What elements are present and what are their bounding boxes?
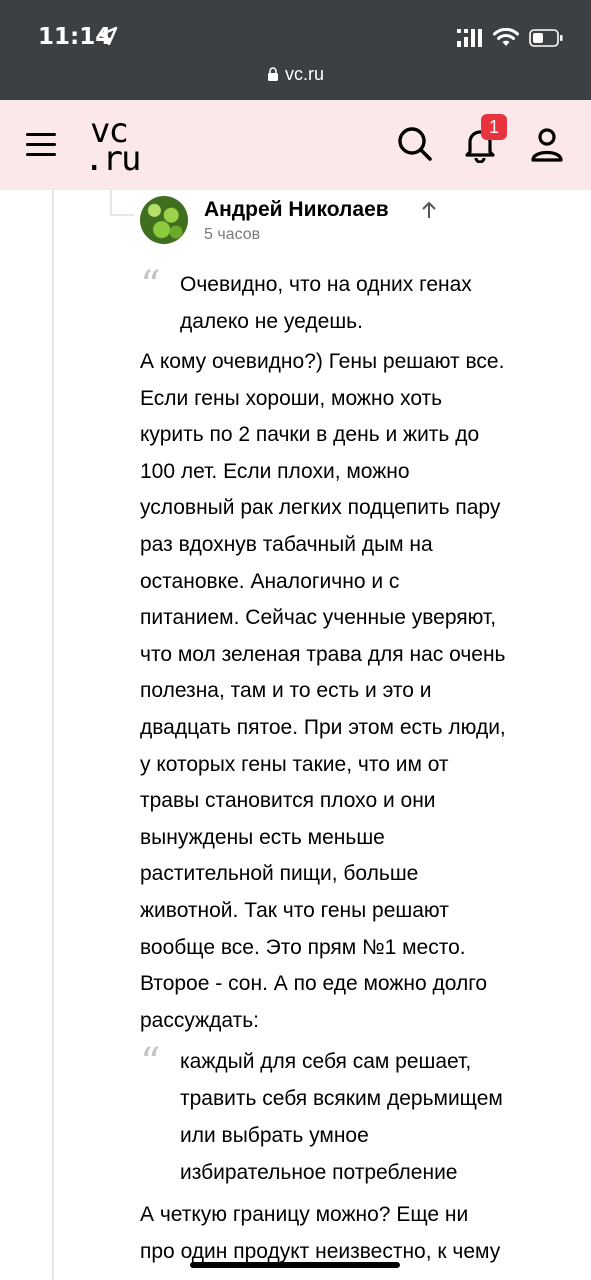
thread-line-inner — [110, 190, 112, 216]
comment-time[interactable]: 5 часов — [204, 226, 260, 244]
text-line: Если гены хороши, можно хоть — [140, 386, 443, 410]
wifi-icon — [493, 28, 519, 46]
quote-icon: “ — [140, 263, 161, 309]
text-line: Второе - сон. А по еде можно долго — [140, 972, 488, 996]
text-line: двадцать пятое. При этом есть люди, — [140, 715, 506, 739]
text-line: вынуждены есть меньше — [140, 825, 385, 849]
comment-text-continued: А четкую границу можно? Еще ни про один п… — [140, 1197, 580, 1270]
home-indicator — [190, 1262, 400, 1268]
text-line: питанием. Сейчас ученные уверяют, — [140, 606, 497, 630]
lock-icon — [267, 67, 278, 81]
text-line: 100 лет. Если плохи, можно — [140, 459, 410, 483]
logo-line-2: .ru — [84, 139, 141, 179]
text-line: или выбрать умное — [180, 1124, 369, 1147]
location-arrow-icon — [98, 26, 118, 46]
text-line: далеко не уедешь. — [180, 310, 363, 333]
text-line: травы становится плохо и они — [140, 789, 436, 813]
text-line: каждый для себя сам решает, — [180, 1050, 472, 1073]
text-line: у которых гены такие, что им от — [140, 752, 449, 776]
arrow-up-icon[interactable] — [420, 200, 438, 220]
text-line: животной. Так что гены решают — [140, 898, 449, 922]
text-line: растительной пищи, больше — [140, 862, 419, 886]
text-line: раз вдохнув табачный дым на — [140, 532, 433, 556]
quote-icon: “ — [140, 1040, 161, 1086]
text-line: травить себя всяким дерьмищем — [180, 1087, 503, 1110]
text-line: полезна, там и то есть и это и — [140, 679, 432, 703]
text-line: рассуждать: — [140, 1008, 260, 1032]
thread-branch — [110, 214, 134, 216]
address-bar[interactable]: vc.ru — [0, 64, 591, 85]
status-bar: 11:14 vc.ru — [0, 0, 591, 100]
text-line: остановке. Аналогично и с — [140, 569, 400, 593]
thread-line-outer — [52, 190, 54, 1280]
search-icon[interactable] — [396, 125, 434, 163]
cellular-signal-icon — [457, 29, 482, 47]
status-icons — [457, 24, 563, 52]
battery-icon — [529, 29, 563, 47]
menu-icon[interactable] — [26, 133, 56, 157]
text-line: Очевидно, что на одних генах — [180, 273, 472, 296]
site-logo[interactable]: vc .ru — [84, 114, 144, 176]
text-line: вообще все. Это прям №1 место. — [140, 935, 466, 959]
text-line: А четкую границу можно? Еще ни — [140, 1203, 469, 1226]
text-line: избирательное потребление — [180, 1161, 458, 1184]
text-line: что мол зеленая трава для нас очень — [140, 642, 506, 666]
user-icon[interactable] — [528, 125, 566, 163]
text-line: условный рак легких подцепить пару — [140, 496, 501, 520]
quote-text: каждый для себя сам решает, травить себя … — [180, 1043, 580, 1191]
notification-badge: 1 — [481, 114, 507, 140]
quote-text: Очевидно, что на одних генах далеко не уе… — [180, 266, 580, 340]
author-name[interactable]: Андрей Николаев — [204, 198, 389, 222]
text-line: курить по 2 пачки в день и жить до — [140, 423, 480, 447]
avatar[interactable] — [140, 196, 188, 244]
text-line: А кому очевидно?) Гены решают все. — [140, 350, 505, 373]
url-text: vc.ru — [284, 64, 324, 84]
comment-text: А кому очевидно?) Гены решают все. Если г… — [140, 344, 580, 1039]
